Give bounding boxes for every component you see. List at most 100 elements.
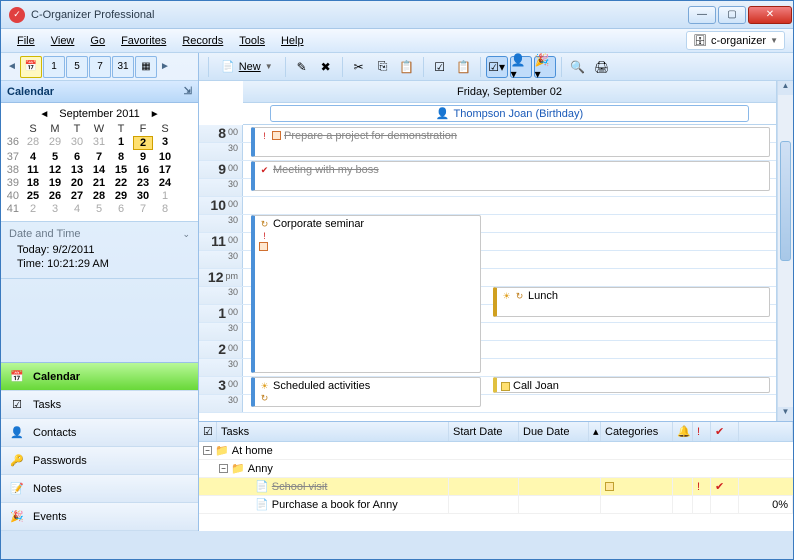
cal-day[interactable]: 3 bbox=[45, 203, 65, 215]
view-month[interactable]: 31 bbox=[112, 56, 134, 78]
cal-day[interactable]: 12 bbox=[45, 164, 65, 176]
collapse-icon[interactable]: − bbox=[203, 446, 212, 455]
close-button[interactable]: ✕ bbox=[748, 6, 792, 24]
cal-day[interactable]: 30 bbox=[133, 190, 153, 202]
menu-file[interactable]: File bbox=[9, 32, 43, 50]
cal-day[interactable]: 28 bbox=[89, 190, 109, 202]
cal-day[interactable]: 6 bbox=[67, 151, 87, 163]
cal-day[interactable]: 13 bbox=[67, 164, 87, 176]
cal-day[interactable]: 29 bbox=[45, 136, 65, 150]
categories-col[interactable]: Categories bbox=[601, 422, 673, 441]
cal-day[interactable]: 2 bbox=[133, 136, 153, 150]
tasks-icon-col[interactable]: ☑ bbox=[199, 422, 217, 441]
collapse-icon[interactable]: ⌄ bbox=[182, 229, 190, 240]
cal-day[interactable]: 10 bbox=[155, 151, 175, 163]
pin-icon[interactable]: ⇲ bbox=[184, 86, 192, 97]
cal-day[interactable]: 31 bbox=[89, 136, 109, 150]
event-filter-button[interactable]: 🎉▾ bbox=[534, 56, 556, 78]
minimize-button[interactable]: — bbox=[688, 6, 716, 24]
view-year[interactable]: ▦ bbox=[135, 56, 157, 78]
time-grid[interactable]: 800309003010003011003012pm30100302003030… bbox=[199, 125, 776, 421]
cal-day[interactable]: 22 bbox=[111, 177, 131, 189]
event-scheduled-activities[interactable]: ☀Scheduled activities↻ bbox=[251, 377, 481, 407]
event-call-joan[interactable]: Call Joan bbox=[493, 377, 770, 393]
menu-favorites[interactable]: Favorites bbox=[113, 32, 174, 50]
vertical-scrollbar[interactable]: ▲ ▼ bbox=[777, 81, 793, 421]
cal-day[interactable]: 24 bbox=[155, 177, 175, 189]
cal-day[interactable]: 5 bbox=[45, 151, 65, 163]
nav-calendar[interactable]: 📅Calendar bbox=[1, 363, 198, 391]
person-button[interactable]: 👤▾ bbox=[510, 56, 532, 78]
cal-day[interactable]: 4 bbox=[67, 203, 87, 215]
cal-day[interactable]: 5 bbox=[89, 203, 109, 215]
event-prepare-project[interactable]: !Prepare a project for demonstration bbox=[251, 127, 770, 157]
sort-col[interactable]: ▴ bbox=[589, 422, 601, 441]
cal-day[interactable]: 11 bbox=[23, 164, 43, 176]
cal-day[interactable]: 30 bbox=[67, 136, 87, 150]
nav-tasks[interactable]: ☑Tasks bbox=[1, 391, 198, 419]
preview-button[interactable]: 🔍 bbox=[567, 56, 589, 78]
tasks-title-col[interactable]: Tasks bbox=[217, 422, 449, 441]
cal-day[interactable]: 8 bbox=[111, 151, 131, 163]
cal-day[interactable]: 16 bbox=[133, 164, 153, 176]
cal-day[interactable]: 7 bbox=[89, 151, 109, 163]
cal-day[interactable]: 9 bbox=[133, 151, 153, 163]
paste-button[interactable]: 📋 bbox=[396, 56, 418, 78]
cal-day[interactable]: 19 bbox=[45, 177, 65, 189]
scroll-thumb[interactable] bbox=[780, 141, 791, 261]
cal-day[interactable]: 3 bbox=[155, 136, 175, 150]
maximize-button[interactable]: ▢ bbox=[718, 6, 746, 24]
check-button[interactable]: ☑ bbox=[429, 56, 451, 78]
menu-help[interactable]: Help bbox=[273, 32, 312, 50]
cal-day[interactable]: 28 bbox=[23, 136, 43, 150]
task-row-purchase-book[interactable]: 📄 Purchase a book for Anny 0% bbox=[199, 496, 793, 514]
due-date-col[interactable]: Due Date bbox=[519, 422, 589, 441]
cal-day[interactable]: 21 bbox=[89, 177, 109, 189]
cal-day[interactable]: 7 bbox=[133, 203, 153, 215]
edit-button[interactable]: ✎ bbox=[291, 56, 313, 78]
collapse-icon[interactable]: − bbox=[219, 464, 228, 473]
filter-button[interactable]: ☑▾ bbox=[486, 56, 508, 78]
cal-day[interactable]: 4 bbox=[23, 151, 43, 163]
tabs-right-arrow[interactable]: ► bbox=[158, 61, 172, 72]
cal-day[interactable]: 25 bbox=[23, 190, 43, 202]
next-month-button[interactable]: ► bbox=[146, 109, 164, 120]
cal-day[interactable]: 26 bbox=[45, 190, 65, 202]
print-button[interactable]: 🖨 bbox=[591, 56, 613, 78]
scroll-down-arrow[interactable]: ▼ bbox=[778, 407, 793, 421]
task-group-anny[interactable]: − 📁 Anny bbox=[199, 460, 793, 478]
new-button[interactable]: 📄New▼ bbox=[214, 56, 280, 78]
priority-col[interactable]: ! bbox=[693, 422, 711, 441]
scroll-up-arrow[interactable]: ▲ bbox=[778, 81, 793, 95]
paste2-button[interactable]: 📋 bbox=[453, 56, 475, 78]
allday-row[interactable]: 👤Thompson Joan (Birthday) bbox=[243, 103, 776, 125]
event-meeting-boss[interactable]: ✔Meeting with my boss bbox=[251, 161, 770, 191]
allday-event[interactable]: 👤Thompson Joan (Birthday) bbox=[270, 105, 750, 122]
view-week[interactable]: 7 bbox=[89, 56, 111, 78]
nav-contacts[interactable]: 👤Contacts bbox=[1, 419, 198, 447]
nav-events[interactable]: 🎉Events bbox=[1, 503, 198, 531]
menu-view[interactable]: View bbox=[43, 32, 83, 50]
cal-day[interactable]: 2 bbox=[23, 203, 43, 215]
cut-button[interactable]: ✂ bbox=[348, 56, 370, 78]
event-lunch[interactable]: ☀↻Lunch bbox=[493, 287, 770, 317]
cal-day[interactable]: 17 bbox=[155, 164, 175, 176]
cal-day[interactable]: 8 bbox=[155, 203, 175, 215]
month-label[interactable]: September 2011 bbox=[59, 108, 140, 120]
cal-day[interactable]: 15 bbox=[111, 164, 131, 176]
tasks-body[interactable]: − 📁 At home − 📁 Anny 📄 School visit ! ✔ bbox=[199, 442, 793, 531]
nav-notes[interactable]: 📝Notes bbox=[1, 475, 198, 503]
event-corporate-seminar[interactable]: ↻Corporate seminar! bbox=[251, 215, 481, 373]
alarm-col[interactable]: 🔔 bbox=[673, 422, 693, 441]
cal-day[interactable]: 1 bbox=[155, 190, 175, 202]
prev-month-button[interactable]: ◄ bbox=[35, 109, 53, 120]
cal-day[interactable]: 1 bbox=[111, 136, 131, 150]
cal-day[interactable]: 23 bbox=[133, 177, 153, 189]
cal-day[interactable]: 20 bbox=[67, 177, 87, 189]
nav-passwords[interactable]: 🔑Passwords bbox=[1, 447, 198, 475]
cal-day[interactable]: 18 bbox=[23, 177, 43, 189]
task-row-school-visit[interactable]: 📄 School visit ! ✔ bbox=[199, 478, 793, 496]
tabs-left-arrow[interactable]: ◄ bbox=[5, 61, 19, 72]
delete-button[interactable]: ✖ bbox=[315, 56, 337, 78]
start-date-col[interactable]: Start Date bbox=[449, 422, 519, 441]
